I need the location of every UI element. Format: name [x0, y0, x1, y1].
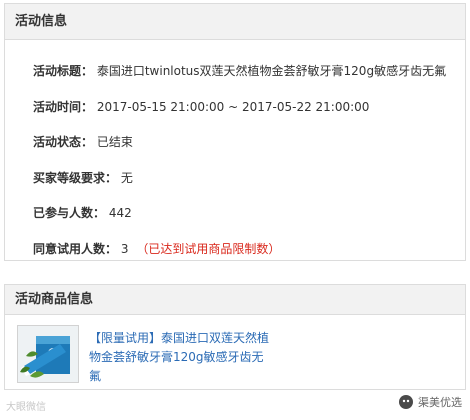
info-label: 活动标题：	[33, 64, 94, 78]
product-title-link[interactable]: 【限量试用】泰国进口双莲天然植物金荟舒敏牙膏120g敏感牙齿无氟	[89, 329, 269, 386]
limit-reached-note: （已达到试用商品限制数）	[136, 241, 281, 256]
approved-value: 3	[120, 241, 129, 256]
info-label: 活动状态：	[33, 135, 94, 149]
wechat-icon	[399, 395, 413, 409]
watermark-right: 渠美优选	[398, 394, 462, 410]
info-row-status: 活动状态： 已结束	[33, 125, 465, 161]
info-label: 活动时间：	[33, 99, 94, 114]
watermark-left: 大眼微信	[6, 402, 46, 413]
info-label: 已参与人数：	[33, 206, 106, 220]
toothpaste-image	[18, 326, 78, 382]
participants-value: 442	[108, 206, 132, 220]
activity-info-list: 活动标题： 泰国进口twinlotus双莲天然植物金荟舒敏牙膏120g敏感牙齿无…	[5, 40, 465, 267]
goods-info-panel: 活动商品信息 【限量试用】泰国进口双莲天然植物金荟舒敏牙膏120g敏感牙齿无氟	[4, 284, 466, 390]
activity-title-value: 泰国进口twinlotus双莲天然植物金荟舒敏牙膏120g敏感牙齿无氟	[96, 64, 447, 78]
activity-status-value: 已结束	[96, 135, 133, 149]
info-row-time: 活动时间： 2017-05-15 21:00:00 ~ 2017-05-22 2…	[33, 90, 465, 126]
watermark-right-text: 渠美优选	[418, 396, 462, 409]
activity-info-panel: 活动信息 活动标题： 泰国进口twinlotus双莲天然植物金荟舒敏牙膏120g…	[4, 3, 466, 261]
info-row-title: 活动标题： 泰国进口twinlotus双莲天然植物金荟舒敏牙膏120g敏感牙齿无…	[33, 54, 465, 90]
info-label: 买家等级要求：	[33, 170, 118, 185]
goods-info-header: 活动商品信息	[5, 285, 465, 315]
goods-item: 【限量试用】泰国进口双莲天然植物金荟舒敏牙膏120g敏感牙齿无氟	[5, 315, 465, 383]
info-row-level: 买家等级要求： 无	[33, 161, 465, 197]
buyer-level-value: 无	[120, 170, 133, 185]
info-row-approved: 同意试用人数： 3 （已达到试用商品限制数）	[33, 232, 465, 268]
info-row-participants: 已参与人数： 442	[33, 196, 465, 232]
product-thumbnail[interactable]	[17, 325, 79, 383]
activity-info-header: 活动信息	[5, 4, 465, 40]
info-label: 同意试用人数：	[33, 241, 118, 256]
activity-time-value: 2017-05-15 21:00:00 ~ 2017-05-22 21:00:0…	[96, 99, 370, 114]
